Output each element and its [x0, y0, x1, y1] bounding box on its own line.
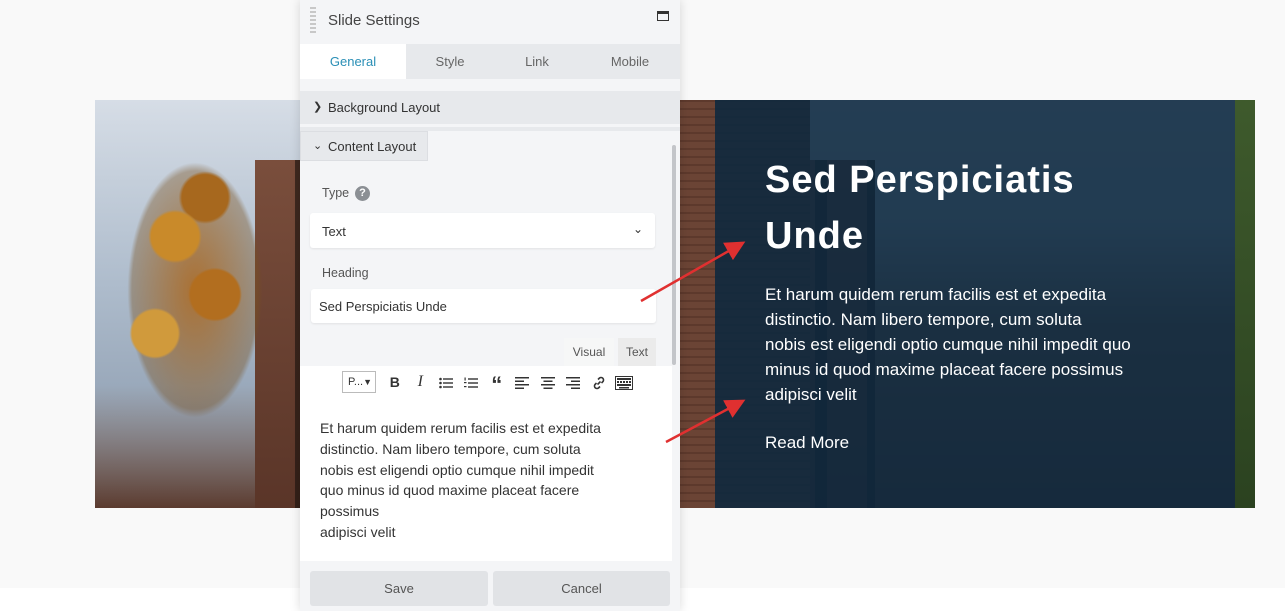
hero-text-line: minus id quod maxime placeat facere poss…	[765, 360, 1124, 379]
cancel-button[interactable]: Cancel	[493, 571, 670, 606]
help-icon[interactable]: ?	[355, 186, 370, 201]
type-label: Type	[322, 186, 350, 200]
panel-scrollbar[interactable]	[672, 145, 676, 365]
align-right-icon[interactable]	[561, 370, 587, 394]
format-select[interactable]: P... ▼	[342, 371, 376, 393]
editor-line: Et harum quidem rerum facilis est et exp…	[320, 420, 601, 436]
editor-line: quo minus id quod maxime placeat facere	[320, 482, 580, 499]
chevron-down-icon: ⌄	[632, 222, 643, 236]
align-left-icon[interactable]	[510, 370, 536, 394]
link-icon[interactable]	[586, 370, 612, 394]
section-background-layout[interactable]: ❯ Background Layout	[300, 91, 680, 124]
content-editor[interactable]: P... ▼ B I “ Et harum quidem rerum facil…	[300, 366, 672, 561]
type-select[interactable]: Text ⌄	[310, 213, 655, 248]
save-button[interactable]: Save	[310, 571, 488, 606]
hero-heading: Sed Perspiciatis Unde	[765, 152, 1205, 264]
hero-text-line: Et harum quidem rerum facilis est et exp…	[765, 285, 1107, 304]
align-center-icon[interactable]	[535, 370, 561, 394]
numbered-list-icon[interactable]	[459, 370, 485, 394]
keyboard-icon[interactable]	[612, 370, 638, 394]
editor-content[interactable]: Et harum quidem rerum facilis est et exp…	[320, 418, 650, 543]
chevron-down-icon: ⌄	[313, 140, 323, 152]
autumn-tree	[95, 120, 295, 508]
drag-handle-icon[interactable]	[310, 7, 316, 35]
read-more-link[interactable]: Read More	[765, 431, 849, 455]
panel-header[interactable]: Slide Settings	[300, 0, 680, 44]
tab-style[interactable]: Style	[406, 44, 494, 79]
tab-link[interactable]: Link	[494, 44, 580, 79]
hero-heading-line: Unde	[765, 215, 864, 257]
editor-line: distinctio. Nam libero tempore, cum solu…	[320, 440, 581, 457]
section-content-layout[interactable]: ⌄ Content Layout	[300, 131, 428, 161]
italic-icon[interactable]: I	[408, 370, 434, 394]
panel-tabs: General Style Link Mobile	[300, 44, 680, 79]
format-select-value: P...	[348, 376, 364, 388]
heading-label: Heading	[322, 266, 369, 280]
caret-down-icon: ▼	[363, 377, 372, 387]
section-label: Content Layout	[328, 139, 417, 154]
editor-toolbar: P... ▼ B I “	[342, 370, 638, 397]
editor-line: possimus	[320, 503, 380, 520]
type-select-value: Text	[322, 224, 346, 239]
heading-input[interactable]	[311, 289, 656, 323]
editor-line: nobis est eligendi optio cumque nihil im…	[320, 461, 594, 478]
panel-title: Slide Settings	[328, 12, 420, 29]
hero-text-line: adipisci velit	[765, 385, 857, 404]
hero-heading-line: Sed Perspiciatis	[765, 159, 1075, 201]
hero-text-line: distinctio. Nam libero tempore, cum solu…	[765, 310, 1082, 329]
slide-settings-panel: Slide Settings General Style Link Mobile…	[300, 0, 680, 611]
chevron-right-icon: ❯	[313, 101, 323, 113]
editor-tab-text[interactable]: Text	[618, 338, 656, 366]
hero-text-line: nobis est eligendi optio cumque nihil im…	[765, 335, 1131, 354]
tree-edge	[1235, 100, 1255, 508]
hero-text: Et harum quidem rerum facilis est et exp…	[765, 282, 1185, 407]
bold-icon[interactable]: B	[382, 370, 408, 394]
tab-mobile[interactable]: Mobile	[580, 44, 680, 79]
tab-general[interactable]: General	[300, 44, 406, 79]
editor-line: adipisci velit	[320, 523, 396, 540]
editor-tab-visual[interactable]: Visual	[564, 338, 614, 366]
section-label: Background Layout	[328, 100, 441, 115]
bulleted-list-icon[interactable]	[433, 370, 459, 394]
maximize-icon[interactable]	[657, 11, 669, 21]
blockquote-icon[interactable]: “	[484, 370, 510, 397]
